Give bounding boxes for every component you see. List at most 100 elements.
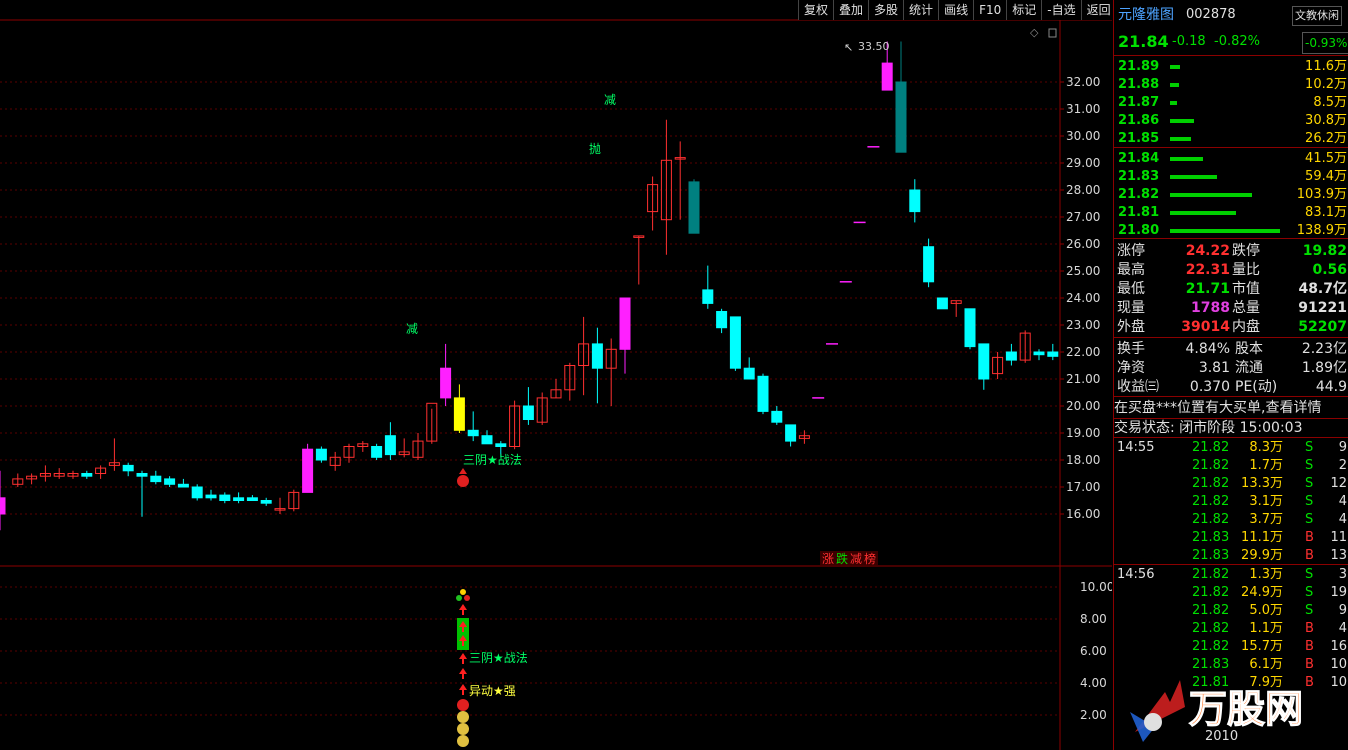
book-row[interactable]: 21.82 103.9万 [1114, 186, 1348, 204]
candle-31 [426, 402, 438, 444]
candle-69 [950, 300, 962, 317]
rank-tag[interactable]: 涨跌减榜 [820, 551, 878, 566]
tick-row: 21.82 5.0万 S 9 [1192, 603, 1347, 618]
price-change-pct: -0.82% [1214, 34, 1260, 49]
candle-11 [150, 470, 162, 485]
volume-bar [1170, 137, 1191, 141]
book-row[interactable]: 21.81 83.1万 [1114, 204, 1348, 222]
candle-46 [633, 235, 645, 285]
toolbar: 复权 叠加 多股 统计 画线 F10 标记 -自选 返回 [798, 0, 1116, 21]
candle-73 [1005, 343, 1017, 366]
candle-16 [219, 492, 231, 504]
book-row[interactable]: 21.84 41.5万 [1114, 150, 1348, 168]
toolbar-button-3[interactable]: 统计 [903, 0, 939, 20]
candle-42 [578, 316, 590, 396]
toolbar-button-7[interactable]: -自选 [1041, 0, 1081, 20]
indicator-tick-label: 2.00 [1080, 708, 1107, 722]
price-chart[interactable]: 32.00 31.00 30.00 29.00 28.00 27.00 26.00 25.00… [0, 0, 1112, 750]
stat-row-2: 换手 4.84% 股本 2.23亿 [1117, 341, 1347, 357]
indicator-anomaly-label: 异动★强 [469, 684, 516, 698]
candle-27 [371, 443, 383, 460]
tick-row: 21.82 3.7万 S 4 [1192, 512, 1347, 527]
candle-43 [591, 327, 603, 404]
book-row[interactable]: 21.83 59.4万 [1114, 168, 1348, 186]
tick-row: 21.82 1.7万 S 2 [1192, 458, 1347, 473]
sector-tag[interactable]: 文教休闲 [1292, 6, 1342, 26]
candle-35 [481, 430, 493, 445]
trade-status: 交易状态: 闭市阶段 15:00:03 [1114, 420, 1303, 436]
candle-52 [716, 308, 728, 334]
candle-76 [1047, 343, 1059, 361]
stat-row: 外盘 39014 内盘 52207 [1117, 319, 1347, 335]
candle-17 [233, 492, 245, 504]
quote-panel: 元隆雅图 002878 文教休闲 21.84 -0.18 -0.82% -0.9… [1113, 0, 1348, 750]
volume-bar [1170, 229, 1280, 233]
toolbar-button-0[interactable]: 复权 [798, 0, 834, 20]
price-tick-label: 21.00 [1066, 372, 1100, 386]
candle-9 [122, 462, 134, 477]
book-row[interactable]: 21.85 26.2万 [1114, 130, 1348, 148]
price-tick-label: 26.00 [1066, 237, 1100, 251]
svg-text:2010: 2010 [1205, 729, 1238, 744]
candle-58 [798, 430, 810, 444]
candle-23 [315, 446, 327, 463]
candle-18 [246, 495, 258, 501]
candle-20 [274, 497, 286, 514]
candle-70 [964, 308, 976, 350]
tick-row: 14:55 21.82 8.3万 S 9 [1117, 440, 1347, 455]
candle-14 [191, 484, 203, 501]
tick-row: 21.82 13.3万 S 12 [1192, 476, 1347, 491]
signal-sell-label: 抛 [589, 141, 601, 156]
candle-45 [619, 297, 631, 374]
candle-44 [605, 338, 617, 406]
toolbar-button-2[interactable]: 多股 [868, 0, 904, 20]
candle-40 [550, 379, 562, 399]
toolbar-button-8[interactable]: 返回 [1080, 0, 1116, 20]
candle-10 [136, 470, 148, 517]
stat-row: 现量 1788 总量 91221 [1117, 300, 1347, 316]
toolbar-button-5[interactable]: F10 [973, 0, 1007, 20]
strategy-label: 三阴★战法 [463, 453, 522, 467]
svg-text:涨: 涨 [822, 551, 834, 566]
watermark-logo: 万股网 2010 [1130, 680, 1304, 744]
candle-74 [1019, 330, 1031, 363]
high-marker-icon: ↖ [844, 41, 853, 54]
volume-bar [1170, 65, 1180, 69]
book-row[interactable]: 21.88 10.2万 [1114, 76, 1348, 94]
price-tick-label: 30.00 [1066, 129, 1100, 143]
candle-38 [522, 387, 534, 425]
candle-26 [357, 441, 369, 452]
toolbar-button-1[interactable]: 叠加 [833, 0, 869, 20]
candle-68 [936, 297, 948, 310]
candle-12 [164, 476, 176, 487]
last-price: 21.84 [1118, 32, 1169, 51]
candle-41 [564, 362, 576, 401]
stat-row: 涨停 24.22 跌停 19.82 [1117, 243, 1347, 259]
price-tick-label: 20.00 [1066, 399, 1100, 413]
tick-row: 21.82 15.7万 B 16 [1192, 639, 1347, 654]
book-row[interactable]: 21.86 30.8万 [1114, 112, 1348, 130]
price-tick-label: 16.00 [1066, 507, 1100, 521]
stat-row: 最高 22.31 量比 0.56 [1117, 262, 1347, 278]
volume-bar [1170, 211, 1236, 215]
price-tick-label: 19.00 [1066, 426, 1100, 440]
candle-67 [923, 238, 935, 288]
price-tick-label: 17.00 [1066, 480, 1100, 494]
book-row[interactable]: 21.87 8.5万 [1114, 94, 1348, 112]
big-order-notice[interactable]: 在买盘***位置有大买单,查看详情 [1114, 399, 1348, 417]
signal-reduce-label-2: 减 [406, 322, 418, 336]
book-row[interactable]: 21.89 11.6万 [1114, 58, 1348, 76]
candle-55 [757, 373, 769, 415]
toolbar-button-6[interactable]: 标记 [1006, 0, 1042, 20]
candle-3 [39, 465, 51, 482]
candle-6 [81, 470, 93, 479]
tick-row: 21.83 29.9万 B 13 [1192, 548, 1347, 563]
candle-2 [26, 473, 38, 485]
stat-row-2: 收益㈢ 0.370 PE(动) 44.9 [1117, 379, 1347, 395]
toolbar-button-4[interactable]: 画线 [938, 0, 974, 20]
candle-34 [467, 411, 479, 442]
volume-bar [1170, 101, 1177, 105]
price-tick-label: 24.00 [1066, 291, 1100, 305]
candle-75 [1033, 349, 1045, 361]
price-tick-label: 29.00 [1066, 156, 1100, 170]
